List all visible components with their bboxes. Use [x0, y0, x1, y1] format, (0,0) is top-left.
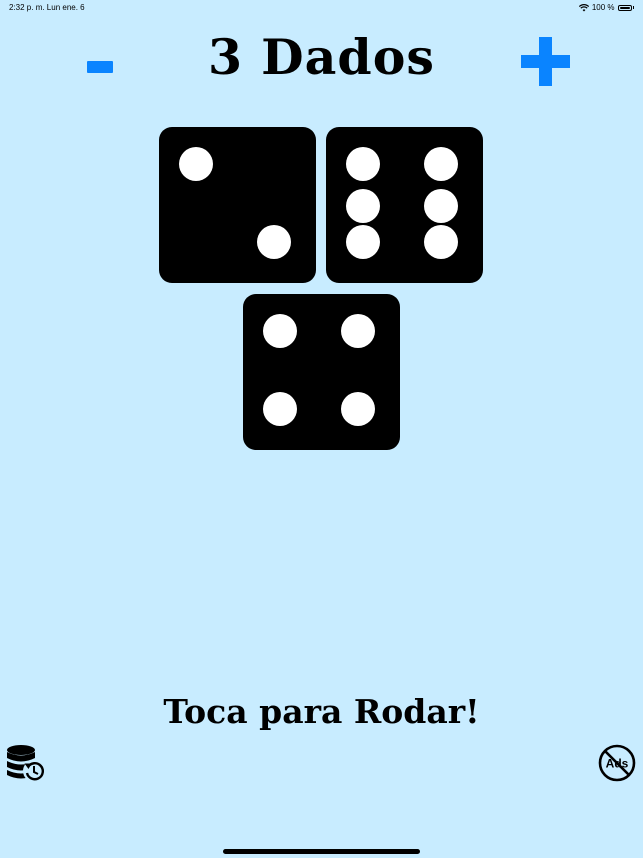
die-pip: [346, 188, 380, 223]
die-3[interactable]: [243, 294, 400, 450]
no-ads-icon: Ads: [598, 744, 636, 782]
status-bar: 2:32 p. m. Lun ene. 6 100 %: [0, 0, 643, 18]
die-pip: [341, 314, 375, 348]
home-indicator[interactable]: [223, 849, 420, 854]
battery-icon: [617, 4, 632, 11]
database-history-icon: [7, 745, 45, 782]
die-pip: [179, 147, 213, 181]
die-1[interactable]: [159, 127, 316, 283]
die-pip: [346, 225, 380, 259]
die-pip: [341, 392, 375, 426]
status-time-date: 2:32 p. m. Lun ene. 6: [9, 3, 85, 12]
history-button[interactable]: [5, 744, 47, 784]
die-pip: [346, 147, 380, 181]
roll-prompt[interactable]: Toca para Rodar!: [0, 692, 643, 731]
battery-tip: [632, 6, 634, 9]
die-2[interactable]: [326, 127, 483, 283]
battery-percent: 100 %: [591, 3, 615, 12]
die-pip: [263, 314, 297, 348]
die-pip: [257, 225, 291, 259]
no-ads-button[interactable]: Ads: [598, 744, 636, 782]
plus-icon-vertical: [539, 37, 552, 86]
no-ads-text: Ads: [606, 757, 629, 771]
status-right: 100 %: [578, 3, 634, 12]
die-pip: [424, 147, 458, 181]
wifi-icon: [578, 3, 589, 11]
die-pip: [424, 188, 458, 223]
die-pip: [424, 225, 458, 259]
plus-button[interactable]: [521, 37, 570, 86]
die-pip: [263, 392, 297, 426]
